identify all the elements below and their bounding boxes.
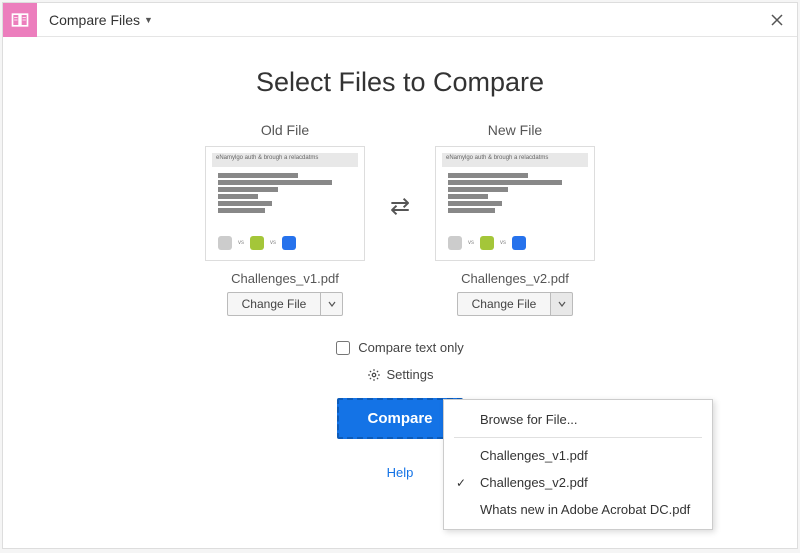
thumb-header: eNamylgo auth & brough a relacdatms	[212, 153, 358, 167]
android-icon	[480, 236, 494, 250]
chevron-down-icon	[328, 300, 336, 308]
menu-item-label: Challenges_v2.pdf	[480, 475, 588, 490]
settings-button[interactable]: Settings	[367, 367, 434, 382]
windows-icon	[282, 236, 296, 250]
settings-label: Settings	[387, 367, 434, 382]
gear-icon	[367, 368, 381, 382]
page-heading: Select Files to Compare	[43, 67, 757, 98]
new-file-column: New File eNamylgo auth & brough a relacd…	[430, 122, 600, 316]
old-file-column: Old File eNamylgo auth & brough a relacd…	[200, 122, 370, 316]
files-row: Old File eNamylgo auth & brough a relacd…	[43, 122, 757, 316]
old-filename: Challenges_v1.pdf	[231, 271, 339, 286]
swap-column: ⇄	[370, 192, 430, 221]
menu-item-file[interactable]: ✓ Challenges_v2.pdf	[444, 469, 712, 496]
menu-item-label: Challenges_v1.pdf	[480, 448, 588, 463]
ios-icon	[218, 236, 232, 250]
old-file-thumbnail[interactable]: eNamylgo auth & brough a relacdatms vsvs	[205, 146, 365, 261]
android-icon	[250, 236, 264, 250]
chevron-down-icon: ▼	[144, 15, 153, 25]
menu-item-browse[interactable]: Browse for File...	[444, 406, 712, 433]
thumb-icons: vsvs	[442, 234, 588, 254]
old-file-label: Old File	[261, 122, 309, 138]
help-link[interactable]: Help	[387, 465, 414, 480]
chevron-down-icon	[558, 300, 566, 308]
thumb-header: eNamylgo auth & brough a relacdatms	[442, 153, 588, 167]
menu-divider	[454, 437, 702, 438]
title-text: Compare Files	[49, 12, 140, 28]
compare-text-only-checkbox[interactable]	[336, 341, 350, 355]
compare-files-window: Compare Files ▼ Select Files to Compare …	[2, 2, 798, 549]
app-icon	[3, 3, 37, 37]
titlebar: Compare Files ▼	[3, 3, 797, 37]
swap-icon[interactable]: ⇄	[390, 192, 410, 221]
content-area: Select Files to Compare Old File eNamylg…	[3, 37, 797, 548]
new-change-file-dropdown[interactable]	[551, 292, 573, 316]
change-file-dropdown-menu: Browse for File... Challenges_v1.pdf ✓ C…	[443, 399, 713, 530]
close-button[interactable]	[757, 3, 797, 37]
new-filename: Challenges_v2.pdf	[461, 271, 569, 286]
thumb-body	[442, 171, 588, 234]
thumb-icons: vsvs	[212, 234, 358, 254]
menu-item-label: Whats new in Adobe Acrobat DC.pdf	[480, 502, 690, 517]
new-change-file-button[interactable]: Change File	[457, 292, 552, 316]
new-file-label: New File	[488, 122, 542, 138]
new-file-thumbnail[interactable]: eNamylgo auth & brough a relacdatms vsvs	[435, 146, 595, 261]
menu-item-file[interactable]: Whats new in Adobe Acrobat DC.pdf	[444, 496, 712, 523]
close-icon	[771, 14, 783, 26]
compare-text-only-label: Compare text only	[358, 340, 464, 355]
compare-text-only-row[interactable]: Compare text only	[336, 340, 464, 355]
thumb-body	[212, 171, 358, 234]
old-change-file-dropdown[interactable]	[321, 292, 343, 316]
old-change-file-button[interactable]: Change File	[227, 292, 322, 316]
check-icon: ✓	[456, 476, 466, 490]
ios-icon	[448, 236, 462, 250]
menu-item-file[interactable]: Challenges_v1.pdf	[444, 442, 712, 469]
windows-icon	[512, 236, 526, 250]
window-title[interactable]: Compare Files ▼	[49, 12, 153, 28]
